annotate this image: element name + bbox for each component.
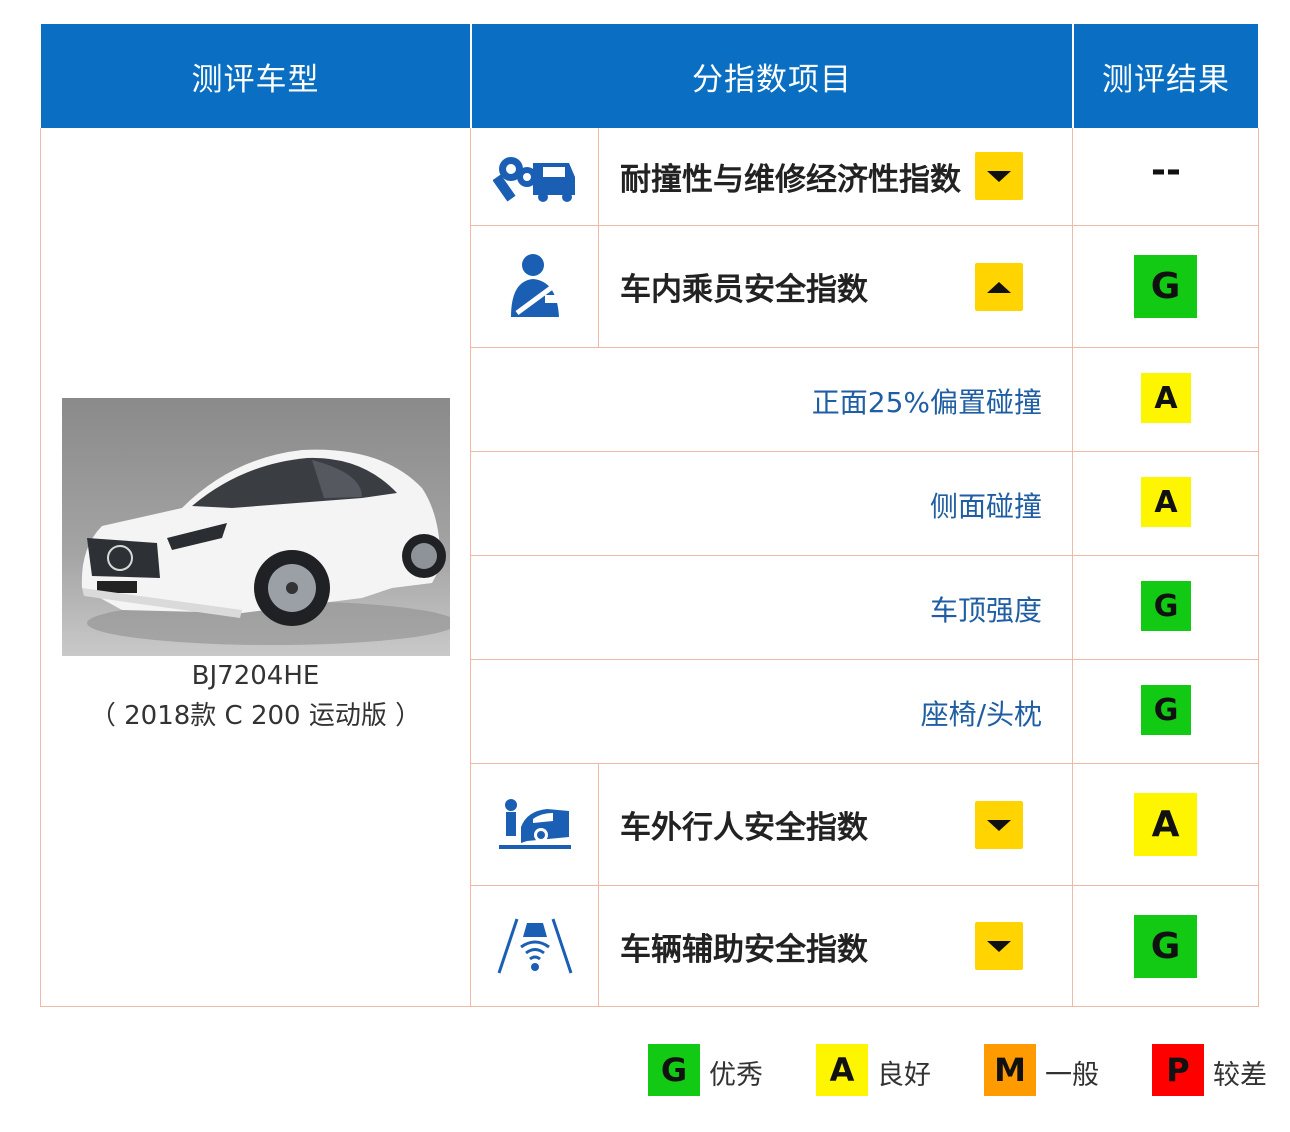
index-label-crashworthiness: 耐撞性与维修经济性指数 (620, 162, 961, 198)
sub-item-label: 座椅/头枕 (920, 698, 1042, 731)
result-badge: G (1134, 915, 1197, 978)
sub-item-label: 车顶强度 (929, 594, 1042, 627)
table-border-bottom (40, 1006, 1259, 1007)
result-badge: A (1141, 477, 1191, 527)
result-badge: A (1134, 793, 1197, 856)
chevron-down-icon (987, 819, 1011, 831)
chevron-down-icon (987, 170, 1011, 182)
table-border-right (1258, 128, 1259, 1007)
index-label-driver-assist: 车辆辅助安全指数 (620, 931, 868, 968)
legend-swatch: M (984, 1044, 1036, 1096)
header-index-items: 分指数项目 (472, 24, 1072, 128)
result-dash: -- (1151, 150, 1181, 191)
result-badge: G (1141, 685, 1191, 735)
result-badge: G (1134, 255, 1197, 318)
row-divider (470, 659, 1259, 660)
table-border-left (40, 128, 41, 1007)
result-badge: G (1141, 581, 1191, 631)
index-label-pedestrian-safety: 车外行人安全指数 (620, 810, 868, 846)
legend-label: 优秀 (709, 1060, 763, 1091)
expand-toggle[interactable] (975, 922, 1023, 970)
car-model-code: BJ7204HE (191, 661, 320, 691)
legend-swatch: P (1152, 1044, 1204, 1096)
header-car-model: 测评车型 (41, 24, 470, 128)
column-divider-2 (1072, 128, 1073, 1007)
legend-label: 一般 (1045, 1060, 1099, 1091)
chevron-down-icon (987, 940, 1011, 952)
driver-assist-icon (472, 886, 598, 1006)
row-divider (470, 451, 1259, 452)
legend-label: 良好 (877, 1060, 931, 1091)
legend-swatch: G (648, 1044, 700, 1096)
legend-label: 较差 (1213, 1060, 1267, 1091)
sub-item-label: 侧面碰撞 (929, 490, 1042, 523)
row-divider (470, 347, 1259, 348)
collapse-toggle[interactable] (975, 263, 1023, 311)
seatbelt-occupant-icon (472, 226, 598, 347)
sub-item-label: 正面25%偏置碰撞 (811, 386, 1042, 419)
row-divider (470, 555, 1259, 556)
column-divider-1 (470, 128, 471, 1007)
legend-swatch: A (816, 1044, 868, 1096)
header-results: 测评结果 (1074, 24, 1258, 128)
result-badge: A (1141, 373, 1191, 423)
icon-divider-top (598, 128, 599, 347)
wrench-car-icon (472, 128, 598, 225)
car-model-desc: （ 2018款 C 200 运动版 ） (89, 701, 422, 731)
index-label-occupant-safety: 车内乘员安全指数 (620, 272, 868, 308)
pedestrian-car-icon (472, 764, 598, 885)
car-photo (62, 398, 450, 656)
expand-toggle[interactable] (975, 801, 1023, 849)
chevron-up-icon (987, 281, 1011, 293)
expand-toggle[interactable] (975, 152, 1023, 200)
